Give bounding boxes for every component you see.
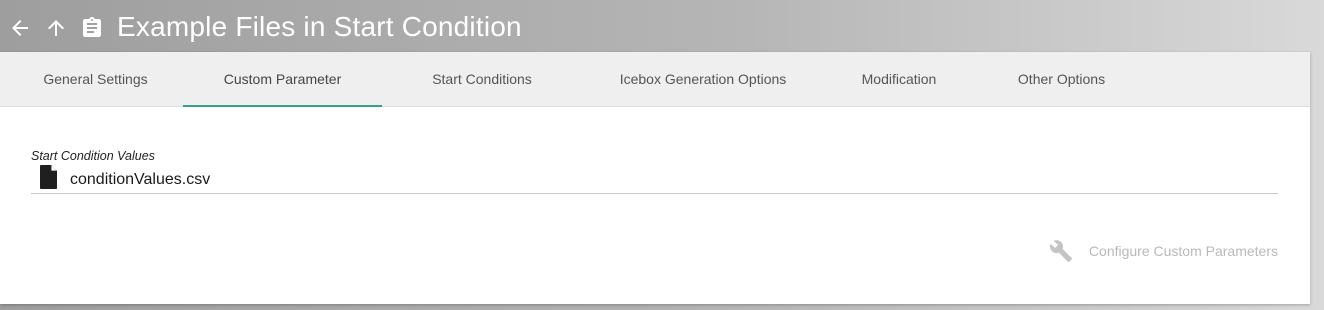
tab-custom-parameter[interactable]: Custom Parameter	[183, 52, 382, 107]
wrench-icon	[1049, 239, 1073, 263]
page-title: Example Files in Start Condition	[117, 11, 522, 42]
arrow-left-icon[interactable]	[8, 16, 32, 40]
tab-icebox-generation-options[interactable]: Icebox Generation Options	[582, 52, 824, 107]
content-panel: General Settings Custom Parameter Start …	[0, 52, 1310, 304]
configure-custom-parameters-label: Configure Custom Parameters	[1088, 243, 1278, 259]
tab-start-conditions[interactable]: Start Conditions	[382, 52, 582, 107]
top-bar: Example Files in Start Condition	[0, 0, 1324, 56]
clipboard-icon	[80, 15, 104, 41]
tab-bar: General Settings Custom Parameter Start …	[0, 52, 1310, 107]
tab-modification[interactable]: Modification	[824, 52, 974, 107]
arrow-up-icon[interactable]	[44, 16, 68, 40]
start-condition-values-label: Start Condition Values	[31, 149, 155, 163]
file-icon	[39, 164, 59, 190]
configure-custom-parameters-button[interactable]: Configure Custom Parameters	[1049, 239, 1278, 263]
tab-other-options[interactable]: Other Options	[974, 52, 1149, 107]
tab-general-settings[interactable]: General Settings	[0, 52, 191, 107]
file-name: conditionValues.csv	[70, 171, 211, 188]
start-condition-values-field[interactable]: conditionValues.csv	[31, 164, 1278, 194]
